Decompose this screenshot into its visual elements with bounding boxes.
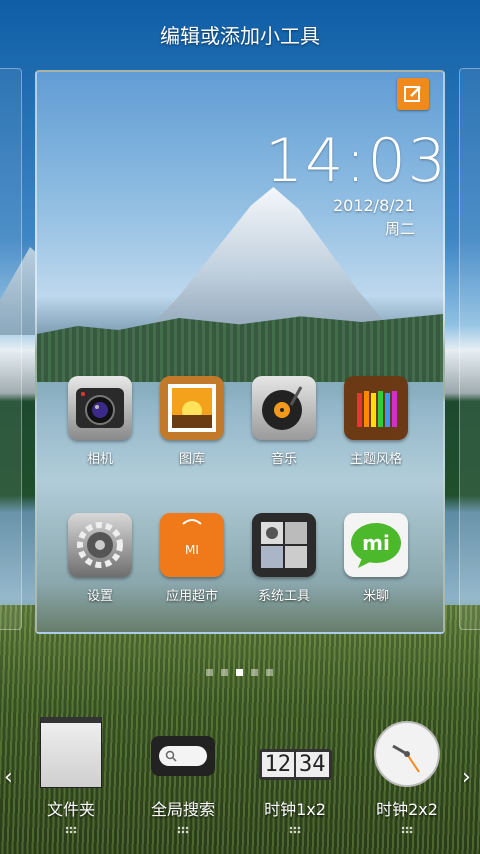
chevron-right-icon[interactable]: › [462,765,471,790]
app-label: 图库 [178,452,205,467]
clock-1x2-widget-icon: 12 34 [240,716,350,788]
app-label: 相机 [86,452,113,467]
app-themes[interactable]: 主题风格 [331,376,421,467]
drag-handle-icon[interactable] [177,826,189,834]
svg-text:mi: mi [362,531,390,555]
widget-global-search[interactable]: 全局搜索 [128,716,238,834]
app-market[interactable]: MI 应用超市 [147,513,237,604]
app-settings[interactable]: 设置 [55,513,145,604]
edit-icon[interactable] [397,78,429,110]
clock-weekday: 周二 [384,220,415,238]
app-camera[interactable]: 相机 [55,376,145,467]
clock-2x2-widget-icon [352,716,462,788]
app-label: 应用超市 [165,589,218,604]
camera-icon [68,376,132,440]
next-screen-preview[interactable] [459,68,480,630]
app-system-tools[interactable]: 系统工具 [239,513,329,604]
widget-folder[interactable]: 文件夹 [16,716,126,834]
page-title: 编辑或添加小工具 [160,24,320,48]
widget-label: 时钟1x2 [264,800,326,819]
gallery-icon [160,376,224,440]
app-music[interactable]: 音乐 [239,376,329,467]
miliao-icon: mi [344,513,408,577]
widget-label: 时钟2x2 [376,800,438,819]
page-dot[interactable] [206,669,213,676]
page-dot[interactable] [221,669,228,676]
app-label: 系统工具 [257,589,310,604]
clock-date: 2012/8/21 [332,196,415,215]
widget-label: 文件夹 [46,800,95,819]
music-icon [252,376,316,440]
themes-icon [344,376,408,440]
app-miliao[interactable]: mi 米聊 [331,513,421,604]
page-dot[interactable] [266,669,273,676]
widget-clock-1x2[interactable]: 12 34 时钟1x2 [240,716,350,834]
page-dot[interactable] [251,669,258,676]
search-widget-icon [128,716,238,788]
folder-widget-icon [16,716,126,788]
drag-handle-icon[interactable] [65,826,77,834]
drag-handle-icon[interactable] [289,826,301,834]
drag-handle-icon[interactable] [401,826,413,834]
page-dot-active[interactable] [236,669,243,676]
clock-time: 14:03 [265,126,448,196]
previous-screen-preview[interactable] [0,68,22,630]
widget-clock-2x2[interactable]: 时钟2x2 [352,716,462,834]
app-label: 设置 [86,589,113,604]
settings-icon [68,513,132,577]
svg-text:MI: MI [185,543,199,557]
chevron-left-icon[interactable]: ‹ [4,765,13,790]
app-label: 米聊 [362,589,389,604]
app-market-icon: MI [160,513,224,577]
widget-label: 全局搜索 [150,800,215,819]
system-tools-icon [252,513,316,577]
app-label: 主题风格 [349,452,402,467]
page-indicator [206,669,273,676]
app-label: 音乐 [270,452,297,467]
app-gallery[interactable]: 图库 [147,376,237,467]
